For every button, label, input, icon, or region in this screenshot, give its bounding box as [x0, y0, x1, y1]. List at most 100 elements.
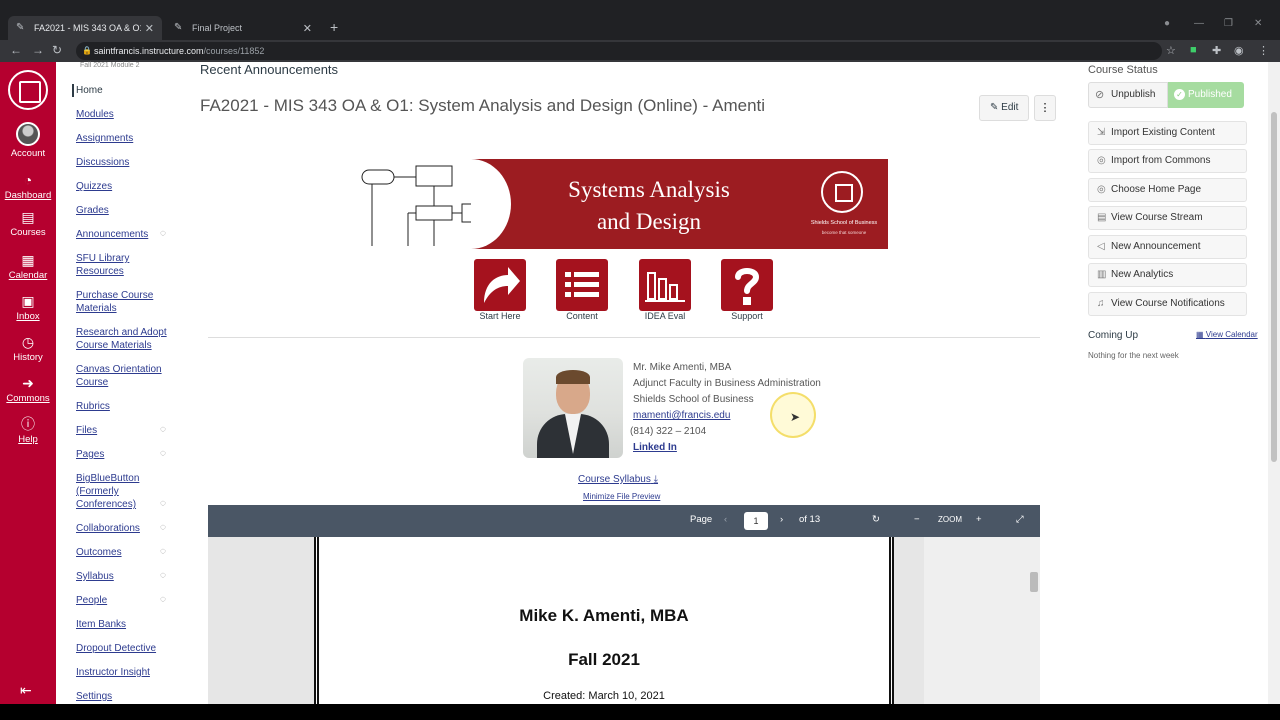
dashboard-icon: ◔: [23, 172, 33, 188]
course-nav-library[interactable]: SFU Library Resources: [76, 252, 172, 278]
import-from-commons-button[interactable]: ◎ Import from Commons: [1088, 149, 1247, 173]
global-nav-calendar[interactable]: ▦ Calendar: [0, 252, 56, 281]
browser-menu-icon[interactable]: ⋮: [1258, 44, 1269, 57]
more-options-button[interactable]: ⋮: [1034, 95, 1056, 121]
published-button[interactable]: ✓ Published: [1168, 82, 1244, 108]
profile-avatar-icon[interactable]: ◉: [1234, 44, 1244, 57]
zoom-in-icon[interactable]: +: [976, 514, 982, 525]
course-nav-files[interactable]: Files: [76, 424, 172, 437]
coming-up-heading: Coming Up: [1088, 330, 1139, 341]
view-course-notifications-button[interactable]: ♫ View Course Notifications: [1088, 292, 1247, 316]
view-course-stream-button[interactable]: ▤ View Course Stream: [1088, 206, 1247, 230]
idea-eval-tile[interactable]: [639, 259, 691, 311]
page-scrollbar[interactable]: [1268, 62, 1280, 720]
course-nav-instructor-insight[interactable]: Instructor Insight: [76, 666, 172, 679]
course-nav-collaborations[interactable]: Collaborations: [76, 522, 172, 535]
course-nav-syllabus[interactable]: Syllabus: [76, 570, 172, 583]
course-nav-bigbluebutton[interactable]: BigBlueButton (Formerly Conferences): [76, 472, 172, 511]
start-here-tile[interactable]: [474, 259, 526, 311]
hidden-eye-icon: ◌: [160, 522, 166, 533]
course-nav-item-banks[interactable]: Item Banks: [76, 618, 172, 631]
instructor-email-link[interactable]: mamenti@francis.edu: [633, 410, 730, 421]
collapse-nav-icon[interactable]: ⇤: [20, 682, 32, 699]
minimize-preview-link[interactable]: Minimize File Preview: [583, 492, 660, 501]
page-number-input[interactable]: 1: [744, 512, 768, 530]
content-tile[interactable]: [556, 259, 608, 311]
course-nav-people[interactable]: People: [76, 594, 172, 607]
choose-home-page-button[interactable]: ◎ Choose Home Page: [1088, 178, 1247, 202]
school-logo[interactable]: [8, 70, 48, 110]
course-nav-quizzes[interactable]: Quizzes: [76, 180, 172, 193]
global-nav-inbox[interactable]: ▣ Inbox: [0, 293, 56, 322]
unpublish-button[interactable]: ⊘ Unpublish: [1088, 82, 1168, 108]
course-syllabus-link[interactable]: Course Syllabus ⤓: [578, 474, 658, 485]
global-nav-courses[interactable]: ▤ Courses: [0, 209, 56, 238]
close-tab-icon[interactable]: ✕: [145, 22, 154, 35]
document-scrollbar[interactable]: [1030, 572, 1038, 592]
course-nav-dropout-detective[interactable]: Dropout Detective: [76, 642, 172, 655]
course-navigation: Fall 2021 Module 2 Home Modules Assignme…: [56, 62, 184, 720]
import-existing-content-button[interactable]: ⇲ Import Existing Content: [1088, 121, 1247, 145]
canvas-favicon-icon: ✎: [16, 22, 25, 33]
banner-school-name: Shields School of Business: [810, 220, 878, 226]
idea-eval-label[interactable]: IDEA Eval: [625, 311, 705, 321]
global-nav-account[interactable]: Account: [0, 122, 56, 159]
start-here-label[interactable]: Start Here: [460, 311, 540, 321]
course-nav-grades[interactable]: Grades: [76, 204, 172, 217]
course-nav-home[interactable]: Home: [72, 84, 168, 97]
edit-button[interactable]: ✎ Edit: [979, 95, 1030, 121]
next-page-icon[interactable]: ›: [780, 514, 783, 525]
new-announcement-button[interactable]: ◁ New Announcement: [1088, 235, 1247, 259]
linkedin-link[interactable]: Linked In: [633, 442, 677, 453]
reload-icon[interactable]: ↻: [52, 43, 62, 57]
zoom-out-icon[interactable]: −: [914, 514, 920, 525]
calendar-icon: ▦: [1196, 330, 1206, 339]
extensions-puzzle-icon[interactable]: ✚: [1212, 44, 1221, 57]
global-nav-label: Account: [10, 148, 46, 159]
back-icon[interactable]: ←: [10, 43, 22, 57]
browser-tab-active[interactable]: ✎ FA2021 - MIS 343 OA & O1: Syste ✕: [8, 16, 162, 40]
fullscreen-icon[interactable]: ⤢: [1016, 514, 1024, 525]
course-nav-announcements[interactable]: Announcements: [76, 228, 172, 241]
global-nav-dashboard[interactable]: ◔ Dashboard: [0, 172, 56, 201]
course-nav-settings[interactable]: Settings: [76, 690, 172, 703]
check-icon: ✓: [1174, 89, 1185, 100]
mouse-pointer-icon: ➤: [790, 410, 801, 424]
global-nav-label: Calendar: [8, 270, 48, 281]
minimize-window-icon[interactable]: —: [1194, 18, 1204, 29]
new-tab-icon[interactable]: +: [330, 19, 338, 35]
course-nav-assignments[interactable]: Assignments: [76, 132, 172, 145]
global-nav-history[interactable]: ◷ History: [0, 334, 56, 363]
url-bar[interactable]: 🔒 saintfrancis.instructure.com/courses/1…: [76, 42, 1162, 60]
close-window-icon[interactable]: ✕: [1254, 18, 1262, 29]
course-nav-discussions[interactable]: Discussions: [76, 156, 172, 169]
scrollbar-thumb[interactable]: [1271, 112, 1277, 462]
download-icon: ⤓: [653, 474, 659, 485]
bookmark-star-icon[interactable]: ☆: [1166, 44, 1176, 57]
close-tab-icon[interactable]: ✕: [303, 22, 312, 35]
page-title: FA2021 - MIS 343 OA & O1: System Analysi…: [200, 96, 766, 115]
new-analytics-button[interactable]: ▥ New Analytics: [1088, 263, 1247, 287]
course-nav-pages[interactable]: Pages: [76, 448, 172, 461]
support-label[interactable]: Support: [707, 311, 787, 321]
course-nav-purchase[interactable]: Purchase Course Materials: [76, 289, 172, 315]
support-tile[interactable]: [721, 259, 773, 311]
browser-tab-final-project[interactable]: ✎ Final Project ✕: [166, 16, 320, 40]
view-calendar-link[interactable]: ▦ View Calendar: [1196, 330, 1258, 339]
global-nav-help[interactable]: ⓘ Help: [0, 416, 56, 445]
forward-icon[interactable]: →: [32, 43, 44, 57]
course-nav-orientation[interactable]: Canvas Orientation Course: [76, 363, 172, 389]
rotate-icon[interactable]: ↻: [872, 514, 880, 525]
course-nav-research[interactable]: Research and Adopt Course Materials: [76, 326, 172, 352]
url-path: /courses/11852: [203, 46, 265, 56]
pencil-icon: ✎: [990, 102, 1002, 113]
course-nav-rubrics[interactable]: Rubrics: [76, 400, 172, 413]
maximize-window-icon[interactable]: ❐: [1224, 18, 1233, 29]
prev-page-icon[interactable]: ‹: [724, 514, 727, 525]
profile-dot-icon[interactable]: ●: [1164, 18, 1170, 29]
course-nav-modules[interactable]: Modules: [76, 108, 172, 121]
content-label[interactable]: Content: [542, 311, 622, 321]
extension-shield-icon[interactable]: ■: [1190, 44, 1197, 56]
global-nav-commons[interactable]: ➜ Commons: [0, 375, 56, 404]
course-nav-outcomes[interactable]: Outcomes: [76, 546, 172, 559]
